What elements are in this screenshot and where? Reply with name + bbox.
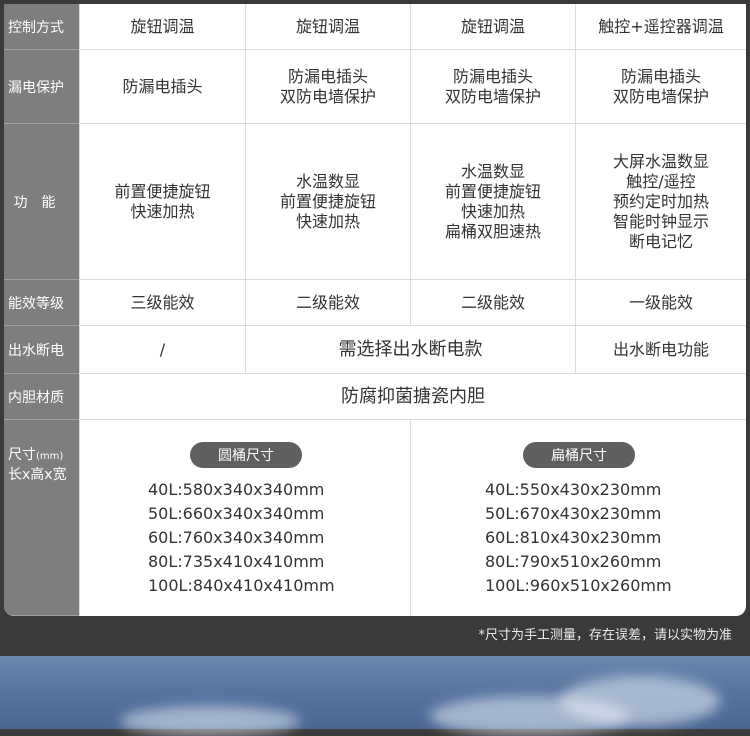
list-item: 100L:840x410x410mm (148, 576, 335, 595)
list-item: 80L:790x510x260mm (485, 552, 662, 571)
list-item: 50L:660x340x340mm (148, 504, 325, 523)
round-tank-title: 圆桶尺寸 (190, 442, 302, 468)
cell-function-model-3: 水温数显 前置便捷旋钮 快速加热 扁桶双胆速热 (410, 124, 575, 280)
measurement-footnote: *尺寸为手工测量，存在误差，请以实物为准 (478, 628, 732, 643)
cloud-shape (120, 706, 300, 736)
cell-leakage-model-3: 防漏电插头 双防电墙保护 (410, 50, 575, 124)
round-tank-size-list: 40L:580x340x340mm 50L:660x340x340mm 60L:… (148, 478, 335, 598)
row-label-size: 尺寸(mm) 长x高x宽 (4, 420, 79, 616)
round-tank-sizes: 圆桶尺寸 40L:580x340x340mm 50L:660x340x340mm… (79, 420, 410, 616)
cell-leakage-model-2: 防漏电插头 双防电墙保护 (245, 50, 410, 124)
list-item: 80L:735x410x410mm (148, 552, 325, 571)
flat-tank-sizes: 扁桶尺寸 40L:550x430x230mm 50L:670x430x230mm… (410, 420, 746, 616)
cell-efficiency-model-1: 三级能效 (79, 280, 245, 326)
spec-table: 控制方式 旋钮调温 旋钮调温 旋钮调温 触控+遥控器调温 漏电保护 防漏电插头 … (4, 4, 746, 616)
row-label-function: 功能 (4, 124, 79, 280)
cell-efficiency-model-2: 二级能效 (245, 280, 410, 326)
row-control-mode: 控制方式 旋钮调温 旋钮调温 旋钮调温 触控+遥控器调温 (4, 4, 746, 50)
sky-background-strip (0, 656, 750, 736)
cell-function-model-1: 前置便捷旋钮 快速加热 (79, 124, 245, 280)
cell-water-cutoff-model-4: 出水断电功能 (575, 326, 746, 374)
row-size: 尺寸(mm) 长x高x宽 圆桶尺寸 40L:580x340x340mm 50L:… (4, 420, 746, 616)
row-leakage-protection: 漏电保护 防漏电插头 防漏电插头 双防电墙保护 防漏电插头 双防电墙保护 防漏电… (4, 50, 746, 124)
row-energy-efficiency: 能效等级 三级能效 二级能效 二级能效 一级能效 (4, 280, 746, 326)
cell-control-model-2: 旋钮调温 (245, 4, 410, 50)
cell-water-cutoff-model-2-3: 需选择出水断电款 (245, 326, 575, 374)
row-liner-material: 内胆材质 防腐抑菌搪瓷内胆 (4, 374, 746, 420)
row-label-water-cutoff: 出水断电 (4, 326, 79, 374)
list-item: 60L:810x430x230mm (485, 528, 662, 547)
row-label-leakage: 漏电保护 (4, 50, 79, 124)
size-label-dimensions: 长x高x宽 (8, 467, 67, 483)
flat-tank-title: 扁桶尺寸 (523, 442, 635, 468)
list-item: 40L:550x430x230mm (485, 480, 662, 499)
row-label-liner: 内胆材质 (4, 374, 79, 420)
row-water-cutoff: 出水断电 / 需选择出水断电款 出水断电功能 (4, 326, 746, 374)
size-label-unit: (mm) (36, 451, 64, 462)
cell-leakage-model-4: 防漏电插头 双防电墙保护 (575, 50, 746, 124)
cell-leakage-model-1: 防漏电插头 (79, 50, 245, 124)
cell-function-model-2: 水温数显 前置便捷旋钮 快速加热 (245, 124, 410, 280)
cell-control-model-4: 触控+遥控器调温 (575, 4, 746, 50)
cell-control-model-1: 旋钮调温 (79, 4, 245, 50)
list-item: 60L:760x340x340mm (148, 528, 325, 547)
cloud-shape (560, 676, 720, 726)
cell-efficiency-model-3: 二级能效 (410, 280, 575, 326)
list-item: 50L:670x430x230mm (485, 504, 662, 523)
flat-tank-size-list: 40L:550x430x230mm 50L:670x430x230mm 60L:… (485, 478, 672, 598)
row-label-control: 控制方式 (4, 4, 79, 50)
size-label-text: 尺寸 (8, 447, 36, 463)
list-item: 40L:580x340x340mm (148, 480, 325, 499)
cell-function-model-4: 大屏水温数显 触控/遥控 预约定时加热 智能时钟显示 断电记忆 (575, 124, 746, 280)
cell-control-model-3: 旋钮调温 (410, 4, 575, 50)
row-function: 功能 前置便捷旋钮 快速加热 水温数显 前置便捷旋钮 快速加热 水温数显 前置便… (4, 124, 746, 280)
list-item: 100L:960x510x260mm (485, 576, 672, 595)
cell-water-cutoff-model-1: / (79, 326, 245, 374)
row-label-efficiency: 能效等级 (4, 280, 79, 326)
cell-liner-all-models: 防腐抑菌搪瓷内胆 (79, 374, 746, 420)
product-comparison-page: 控制方式 旋钮调温 旋钮调温 旋钮调温 触控+遥控器调温 漏电保护 防漏电插头 … (0, 0, 750, 736)
cell-efficiency-model-4: 一级能效 (575, 280, 746, 326)
